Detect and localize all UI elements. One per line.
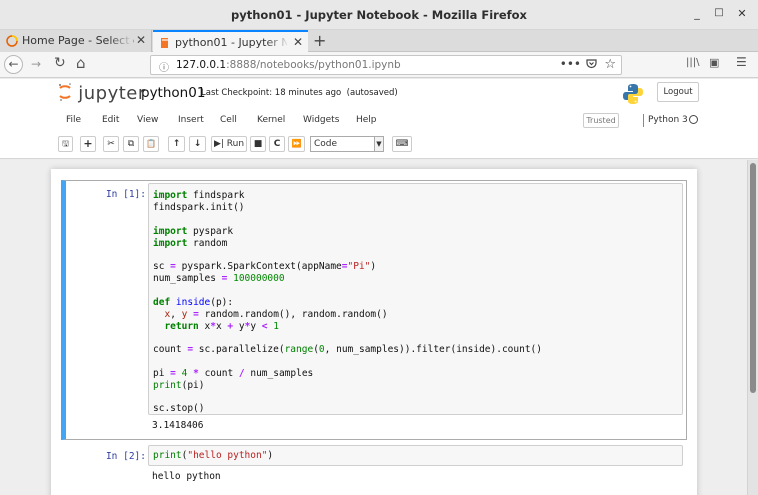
menu-insert[interactable]: Insert — [178, 115, 204, 125]
jupyter-logo[interactable]: jupyter — [58, 82, 146, 104]
url-bar[interactable]: ⓘ 127.0.0.1:8888/notebooks/python01.ipyn… — [150, 55, 622, 75]
close-window-button[interactable]: ✕ — [734, 7, 750, 23]
logout-button[interactable]: Logout — [657, 82, 699, 102]
menu-widgets[interactable]: Widgets — [303, 115, 339, 125]
reload-button[interactable]: ↻ — [54, 55, 66, 71]
jupyter-tab-icon — [159, 37, 170, 52]
cell-output: 3.1418406 — [152, 420, 204, 431]
cell-output: hello python — [152, 471, 221, 482]
move-cell-down-button[interactable]: ↓ — [189, 136, 206, 152]
forward-button[interactable]: → — [31, 57, 41, 71]
navigation-bar: ← → ↻ ⌂ ⓘ 127.0.0.1:8888/notebooks/pytho… — [0, 52, 758, 78]
kernel-name[interactable]: Python 3 — [648, 115, 688, 125]
code-line: import pyspark — [153, 226, 234, 237]
restart-run-all-button[interactable]: ⏩ — [288, 136, 305, 152]
page-actions-icon[interactable]: ••• — [560, 57, 581, 71]
code-line: print("hello python") — [153, 450, 274, 461]
paste-cells-button[interactable]: 📋 — [143, 136, 159, 152]
pocket-icon[interactable] — [586, 59, 597, 72]
code-line: findspark.init() — [153, 202, 245, 213]
run-button[interactable]: ▶| Run — [211, 136, 247, 152]
menu-kernel[interactable]: Kernel — [257, 115, 285, 125]
notebook-scrollbar[interactable] — [747, 160, 758, 495]
interrupt-kernel-button[interactable]: ■ — [250, 136, 266, 152]
code-line: count = sc.parallelize(range(0, num_samp… — [153, 344, 542, 355]
close-tab-icon[interactable]: ✕ — [293, 35, 303, 49]
maximize-button[interactable]: □ — [711, 7, 727, 23]
code-line: def inside(p): — [153, 297, 234, 308]
jupyter-header: jupyter python01 Last Checkpoint: 18 min… — [0, 79, 758, 159]
menu-edit[interactable]: Edit — [102, 115, 119, 125]
code-editor[interactable]: import findspark findspark.init() import… — [148, 183, 683, 415]
url-text[interactable]: 127.0.0.1:8888/notebooks/python01.ipynb — [176, 59, 401, 71]
code-line: print(pi) — [153, 380, 205, 391]
save-button[interactable]: 🖫 — [58, 136, 73, 152]
restart-kernel-button[interactable]: C — [269, 136, 285, 152]
code-line: pi = 4 * count / num_samples — [153, 368, 314, 379]
site-info-icon[interactable]: ⓘ — [159, 59, 169, 74]
window-titlebar: python01 - Jupyter Notebook - Mozilla Fi… — [0, 0, 758, 30]
input-prompt: In [1]: — [105, 189, 146, 200]
code-line: sc = pyspark.SparkContext(appName="Pi") — [153, 261, 377, 272]
cell-type-select[interactable]: Code ▼ — [310, 136, 384, 152]
home-button[interactable]: ⌂ — [76, 54, 86, 72]
menu-cell[interactable]: Cell — [220, 115, 237, 125]
code-line: num_samples = 100000000 — [153, 273, 285, 284]
jupyter-logo-icon — [59, 83, 71, 101]
kernel-separator — [643, 114, 644, 127]
command-palette-button[interactable]: ⌨ — [392, 136, 412, 152]
copy-cells-button[interactable]: ⧉ — [123, 136, 139, 152]
bookmark-star-icon[interactable]: ☆ — [604, 57, 616, 72]
notebook-name[interactable]: python01 — [141, 85, 205, 101]
back-button[interactable]: ← — [4, 55, 23, 74]
library-icon[interactable]: |||\ — [686, 57, 699, 68]
kernel-idle-indicator-icon — [689, 115, 698, 124]
code-cell-1[interactable]: In [1]: import findspark findspark.init(… — [61, 180, 687, 440]
move-cell-up-button[interactable]: ↑ — [168, 136, 185, 152]
chevron-down-icon: ▼ — [374, 137, 383, 151]
minimize-button[interactable]: _ — [689, 7, 705, 23]
close-tab-icon[interactable]: ✕ — [136, 33, 146, 47]
code-line: import random — [153, 238, 228, 249]
code-cell-2[interactable]: In [2]: print("hello python") hello pyth… — [61, 442, 687, 495]
tab-home-page[interactable]: Home Page - Select or create a notebook … — [0, 30, 152, 52]
code-line: sc.stop() — [153, 403, 205, 414]
code-line: import findspark — [153, 190, 245, 201]
sidebar-icon[interactable]: ▣ — [709, 56, 719, 69]
hamburger-menu-icon[interactable]: ☰ — [736, 55, 747, 69]
input-prompt: In [2]: — [105, 451, 146, 462]
scrollbar-thumb[interactable] — [750, 163, 756, 393]
menu-view[interactable]: View — [137, 115, 158, 125]
menu-file[interactable]: File — [66, 115, 81, 125]
trusted-indicator[interactable]: Trusted — [583, 113, 619, 128]
insert-cell-button[interactable]: + — [80, 136, 96, 152]
checkpoint-status: Last Checkpoint: 18 minutes ago (autosav… — [201, 88, 398, 98]
firefox-icon — [6, 35, 18, 50]
tab-strip: Home Page - Select or create a notebook … — [0, 30, 758, 52]
python-logo-icon — [622, 83, 644, 108]
new-tab-button[interactable]: + — [313, 31, 326, 50]
notebook-toolbar: 🖫 + ✂ ⧉ 📋 ↑ ↓ ▶| Run ■ C ⏩ Code ▼ ⌨ — [0, 135, 758, 155]
notebook-container: In [1]: import findspark findspark.init(… — [51, 169, 697, 495]
tab-python01[interactable]: python01 - Jupyter Notebook ✕ — [153, 30, 308, 52]
window-title: python01 - Jupyter Notebook - Mozilla Fi… — [231, 8, 527, 22]
notebook-area[interactable]: In [1]: import findspark findspark.init(… — [0, 160, 747, 495]
code-line: return x*x + y*y < 1 — [164, 321, 279, 332]
menu-help[interactable]: Help — [356, 115, 377, 125]
code-editor[interactable]: print("hello python") — [148, 445, 683, 466]
notebook-menubar: File Edit View Insert Cell Kernel Widget… — [0, 110, 758, 132]
cut-cells-button[interactable]: ✂ — [103, 136, 119, 152]
code-line: x, y = random.random(), random.random() — [164, 309, 388, 320]
